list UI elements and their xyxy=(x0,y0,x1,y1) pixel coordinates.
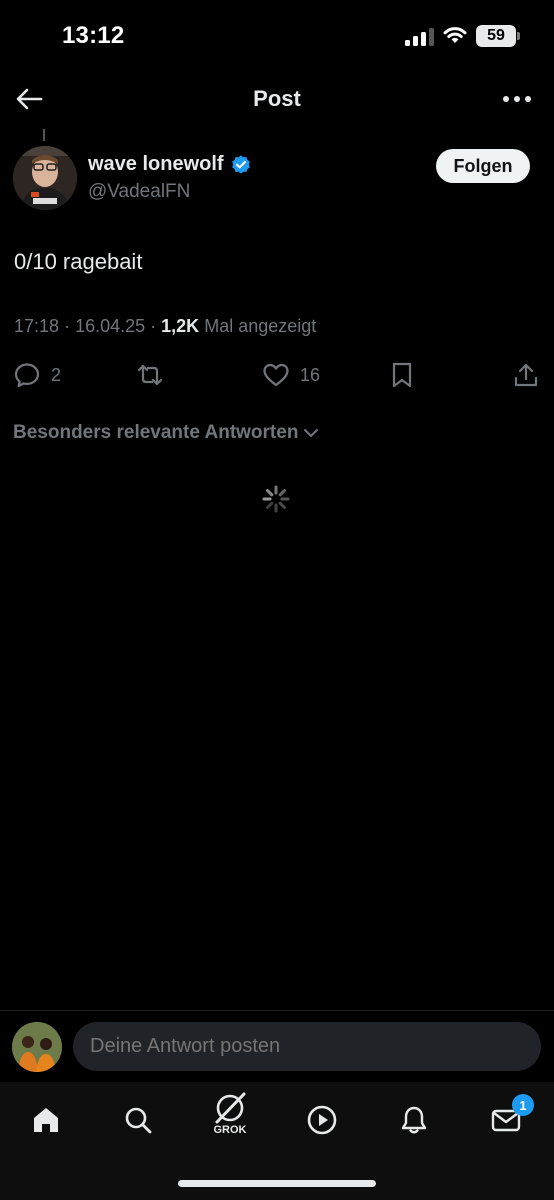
user-avatar[interactable] xyxy=(12,1022,62,1072)
status-time: 13:12 xyxy=(62,22,125,49)
loading-spinner-icon xyxy=(262,485,290,513)
nav-grok[interactable]: GROK xyxy=(210,1092,250,1144)
page-title: Post xyxy=(253,86,301,111)
author-name[interactable]: wave lonewolf xyxy=(88,153,224,176)
post-meta: 17:18 · 16.04.25 · 1,2K Mal angezeigt xyxy=(14,316,316,337)
grok-label: GROK xyxy=(213,1124,247,1136)
bookmark-button[interactable] xyxy=(388,360,416,390)
nav-video[interactable] xyxy=(302,1100,342,1140)
composer-divider xyxy=(0,1010,554,1011)
cellular-signal-icon xyxy=(405,28,434,46)
nav-home[interactable] xyxy=(26,1100,66,1140)
nav-search[interactable] xyxy=(118,1100,158,1140)
repost-button[interactable] xyxy=(136,360,164,390)
grok-icon xyxy=(215,1092,246,1124)
battery-indicator: 59 xyxy=(476,25,520,47)
post-text: 0/10 ragebait xyxy=(14,249,143,274)
nav-messages[interactable]: 1 xyxy=(486,1094,534,1140)
bookmark-icon xyxy=(392,362,412,388)
post-time[interactable]: 17:18 xyxy=(14,316,59,336)
heart-icon xyxy=(263,363,289,387)
meta-separator: · xyxy=(64,316,76,336)
follow-button[interactable]: Folgen xyxy=(436,149,530,183)
post-date[interactable]: 16.04.25 xyxy=(75,316,145,336)
nav-notifications[interactable] xyxy=(394,1100,434,1140)
thread-connector-line xyxy=(43,129,45,141)
like-button[interactable]: 16 xyxy=(262,360,320,390)
video-icon xyxy=(307,1105,337,1135)
author-handle[interactable]: @VadealFN xyxy=(88,181,190,203)
reply-button[interactable]: 2 xyxy=(13,360,61,390)
author-name-row: wave lonewolf xyxy=(88,153,252,176)
user-avatar-image xyxy=(12,1022,62,1072)
repost-icon xyxy=(137,364,163,386)
share-button[interactable] xyxy=(512,360,540,390)
meta-separator: · xyxy=(150,316,162,336)
author-avatar[interactable] xyxy=(13,146,77,210)
verified-badge-icon xyxy=(231,154,250,174)
search-icon xyxy=(125,1107,152,1134)
home-icon xyxy=(34,1108,58,1132)
bell-icon xyxy=(401,1106,427,1134)
view-count-label: Mal angezeigt xyxy=(204,316,317,336)
reply-count: 2 xyxy=(51,364,62,385)
replies-sort-dropdown[interactable]: Besonders relevante Antworten xyxy=(13,422,320,444)
more-options-button[interactable] xyxy=(500,84,534,114)
share-icon xyxy=(514,363,538,387)
top-header: Post xyxy=(0,70,554,128)
author-avatar-image xyxy=(13,146,77,210)
more-dots-icon xyxy=(503,96,531,102)
messages-badge: 1 xyxy=(512,1094,534,1116)
replies-sort-label: Besonders relevante Antworten xyxy=(13,422,299,443)
chevron-down-icon xyxy=(304,429,319,437)
like-count: 16 xyxy=(300,364,321,385)
reply-input[interactable] xyxy=(73,1022,541,1071)
battery-level: 59 xyxy=(487,27,505,44)
view-count: 1,2K xyxy=(161,316,200,336)
status-bar: 13:12 59 xyxy=(0,0,554,70)
reply-icon xyxy=(14,363,40,388)
wifi-icon xyxy=(443,27,467,43)
home-indicator[interactable] xyxy=(178,1180,376,1187)
